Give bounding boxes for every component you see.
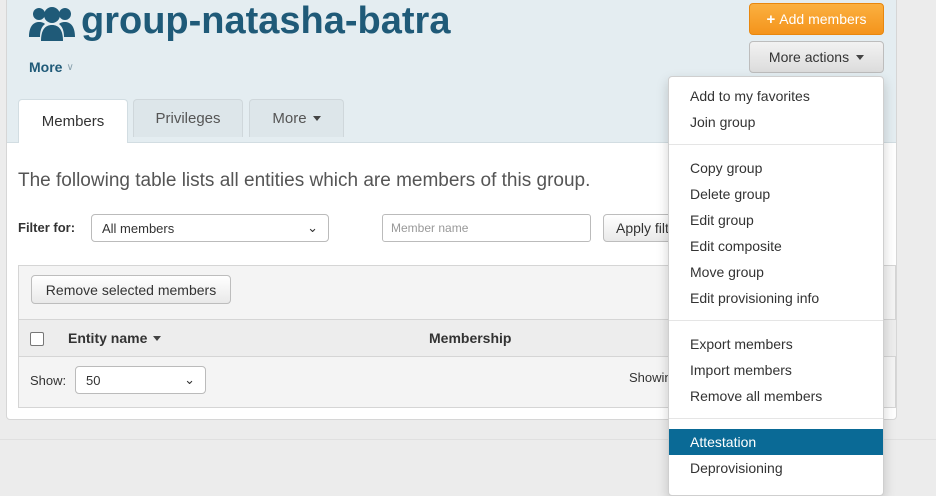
member-name-input[interactable] xyxy=(382,214,591,242)
more-actions-menu: Add to my favorites Join group Copy grou… xyxy=(668,76,884,496)
tab-members[interactable]: Members xyxy=(18,99,128,143)
tab-more[interactable]: More xyxy=(249,99,344,137)
column-membership: Membership xyxy=(429,330,511,346)
more-link[interactable]: More ∨ xyxy=(29,59,74,75)
menu-item-attestation[interactable]: Attestation xyxy=(669,429,883,455)
remove-selected-button[interactable]: Remove selected members xyxy=(31,275,231,304)
menu-divider xyxy=(669,418,883,419)
column-entity-name-label: Entity name xyxy=(68,330,148,346)
caret-down-icon xyxy=(856,54,865,60)
menu-item-import-members[interactable]: Import members xyxy=(669,357,883,383)
caret-down-icon xyxy=(312,116,321,121)
tab-privileges[interactable]: Privileges xyxy=(133,99,243,137)
select-all-checkbox[interactable] xyxy=(30,332,44,346)
menu-item-copy-group[interactable]: Copy group xyxy=(669,155,883,181)
add-members-label: Add members xyxy=(779,11,867,27)
menu-divider xyxy=(669,320,883,321)
more-link-label: More xyxy=(29,59,63,75)
filter-label: Filter for: xyxy=(18,220,76,235)
add-members-button[interactable]: + Add members xyxy=(749,3,884,35)
filter-select[interactable]: All members ⌄ xyxy=(91,214,329,242)
menu-item-move-group[interactable]: Move group xyxy=(669,259,883,285)
page-size-select[interactable]: 50 ⌄ xyxy=(75,366,206,394)
chevron-down-icon: ∨ xyxy=(66,61,74,73)
menu-item-edit-provisioning-info[interactable]: Edit provisioning info xyxy=(669,285,883,311)
intro-text: The following table lists all entities w… xyxy=(18,170,591,191)
filter-select-value: All members xyxy=(102,220,175,236)
page-title: group-natasha-batra xyxy=(81,0,451,42)
menu-item-edit-group[interactable]: Edit group xyxy=(669,207,883,233)
remove-selected-label: Remove selected members xyxy=(45,281,217,298)
menu-item-export-members[interactable]: Export members xyxy=(669,331,883,357)
group-icon xyxy=(29,7,75,41)
column-membership-label: Membership xyxy=(429,330,512,346)
sort-caret-icon xyxy=(153,335,162,341)
menu-item-add-to-favorites[interactable]: Add to my favorites xyxy=(669,83,883,109)
menu-item-remove-all-members[interactable]: Remove all members xyxy=(669,383,883,409)
select-arrow-icon: ⌄ xyxy=(307,220,318,235)
tab-more-label: More xyxy=(272,110,307,127)
page-size-value: 50 xyxy=(86,372,101,388)
plus-icon: + xyxy=(766,10,776,28)
column-entity-name[interactable]: Entity name xyxy=(68,330,162,346)
tab-members-label: Members xyxy=(41,113,105,130)
more-actions-button[interactable]: More actions xyxy=(749,41,884,73)
menu-item-join-group[interactable]: Join group xyxy=(669,109,883,135)
tab-privileges-label: Privileges xyxy=(155,110,221,127)
menu-item-edit-composite[interactable]: Edit composite xyxy=(669,233,883,259)
menu-item-deprovisioning[interactable]: Deprovisioning xyxy=(669,455,883,481)
menu-divider xyxy=(669,144,883,145)
select-arrow-icon: ⌄ xyxy=(184,372,195,387)
show-label: Show: xyxy=(30,373,67,388)
menu-item-delete-group[interactable]: Delete group xyxy=(669,181,883,207)
more-actions-label: More actions xyxy=(768,49,850,65)
